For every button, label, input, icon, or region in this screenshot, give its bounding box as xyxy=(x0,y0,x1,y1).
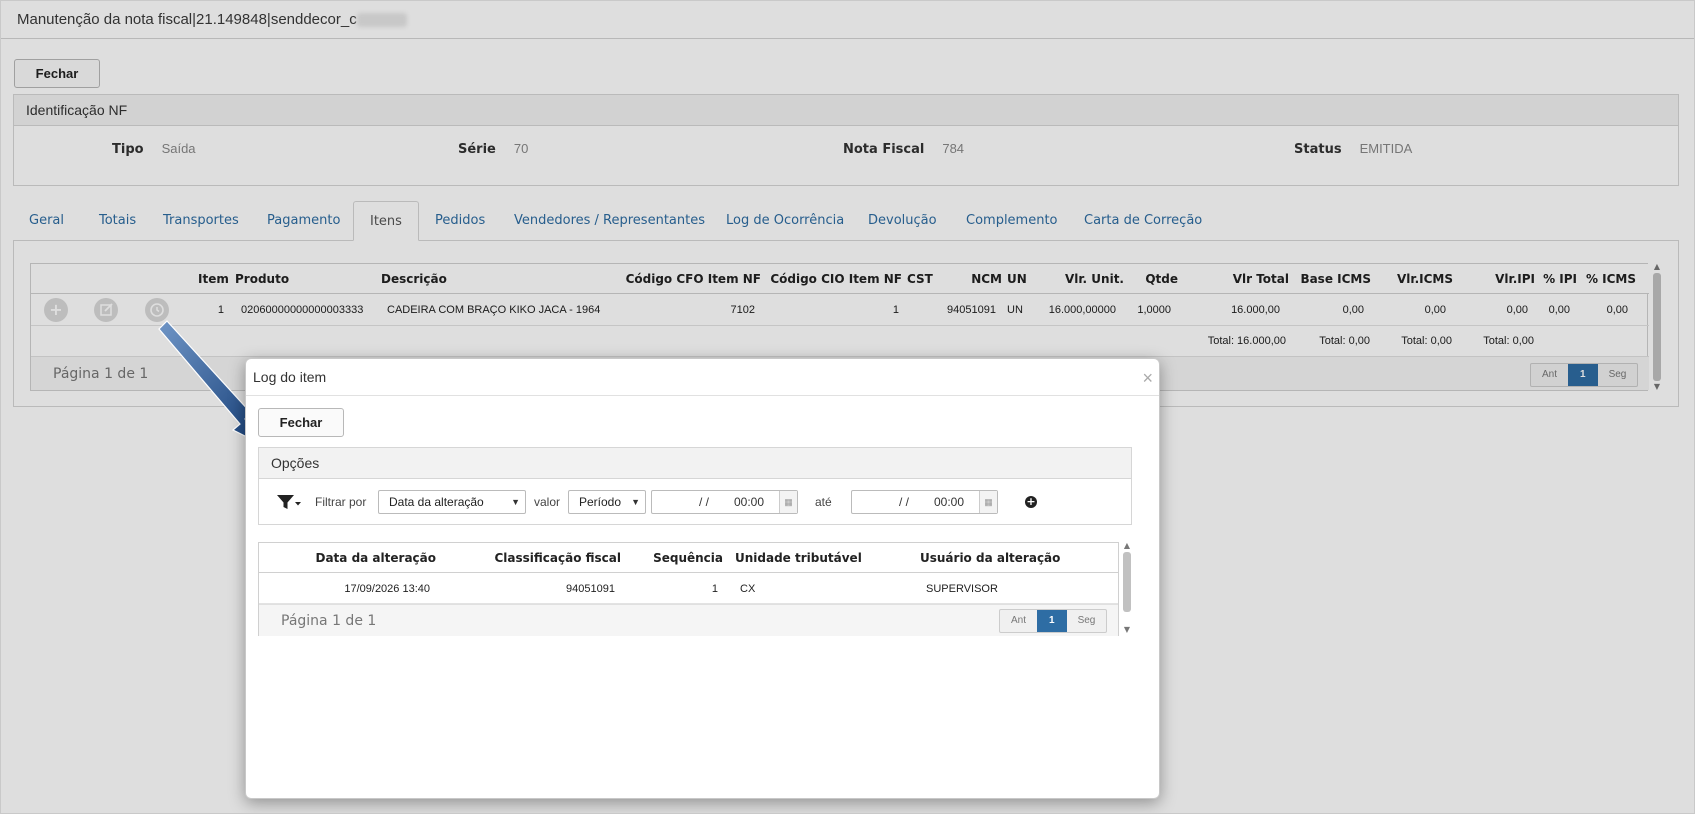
date-to-input[interactable]: / / 00:00 ▦ xyxy=(851,490,998,514)
cell-usuario-alteracao: SUPERVISOR xyxy=(926,583,998,595)
filter-field-value: Data da alteração xyxy=(389,495,484,509)
chevron-down-icon: ▼ xyxy=(631,497,640,507)
calendar-icon[interactable]: ▦ xyxy=(779,491,797,513)
col-unidade-tributavel[interactable]: Unidade tributável xyxy=(735,543,862,573)
valor-mode-select[interactable]: Período ▼ xyxy=(568,490,646,514)
pager-next[interactable]: Seg xyxy=(1067,610,1107,632)
page-info: Página 1 de 1 xyxy=(281,613,377,629)
close-icon[interactable]: × xyxy=(1142,359,1153,397)
date-to-time: 00:00 xyxy=(934,495,965,509)
date-from-input[interactable]: / / 00:00 ▦ xyxy=(651,490,798,514)
filter-row: Filtrar por Data da alteração ▼ valor Pe… xyxy=(259,479,1131,525)
col-sequencia[interactable]: Sequência xyxy=(629,543,723,573)
filter-icon[interactable] xyxy=(276,492,302,512)
log-grid-footer: Página 1 de 1 Ant 1 Seg xyxy=(259,604,1118,636)
app-window: Manutenção da nota fiscal|21.149848|send… xyxy=(0,0,1695,814)
valor-mode-value: Período xyxy=(579,495,622,509)
ate-label: até xyxy=(815,495,832,509)
add-filter-icon[interactable]: + xyxy=(1025,496,1037,508)
cell-data-alteracao: 17/09/2026 13:40 xyxy=(344,583,430,595)
date-from-date: / / xyxy=(699,495,710,509)
col-data-alteracao[interactable]: Data da alteração xyxy=(279,543,437,573)
cell-classificacao-fiscal: 94051091 xyxy=(566,583,615,595)
col-usuario-alteracao[interactable]: Usuário da alteração xyxy=(920,543,1060,573)
modal-title-text: Log do item xyxy=(253,369,327,385)
log-grid-header: Data da alteração Classificação fiscal S… xyxy=(259,543,1118,573)
modal-title: Log do item × xyxy=(246,359,1159,396)
cell-unidade-tributavel: CX xyxy=(740,583,756,595)
scroll-thumb[interactable] xyxy=(1123,552,1131,612)
scroll-down-icon[interactable]: ▼ xyxy=(1122,626,1132,634)
pager-prev[interactable]: Ant xyxy=(1000,610,1037,632)
modal-close-button[interactable]: Fechar xyxy=(258,408,344,437)
log-grid: Data da alteração Classificação fiscal S… xyxy=(258,542,1119,636)
calendar-icon[interactable]: ▦ xyxy=(979,491,997,513)
log-scrollbar[interactable]: ▲ ▼ xyxy=(1122,542,1132,636)
chevron-down-icon: ▼ xyxy=(511,497,520,507)
date-from-time: 00:00 xyxy=(734,495,765,509)
scroll-up-icon[interactable]: ▲ xyxy=(1122,542,1132,550)
filter-label: Filtrar por xyxy=(315,495,367,509)
options-panel: Opções Filtrar por Data da alteração ▼ v… xyxy=(258,447,1132,525)
cell-sequencia: 1 xyxy=(711,583,718,595)
pagination: Ant 1 Seg xyxy=(999,609,1108,633)
date-to-date: / / xyxy=(899,495,910,509)
valor-label: valor xyxy=(534,495,561,509)
table-row[interactable]: 17/09/2026 13:40 94051091 1 CX SUPERVISO… xyxy=(259,573,1118,604)
filter-field-select[interactable]: Data da alteração ▼ xyxy=(378,490,526,514)
options-heading: Opções xyxy=(259,448,1131,479)
pager-current[interactable]: 1 xyxy=(1037,610,1067,632)
log-item-modal: Log do item × Fechar Opções Filtrar por … xyxy=(245,358,1160,799)
col-classificacao-fiscal[interactable]: Classificação fiscal xyxy=(449,543,621,573)
